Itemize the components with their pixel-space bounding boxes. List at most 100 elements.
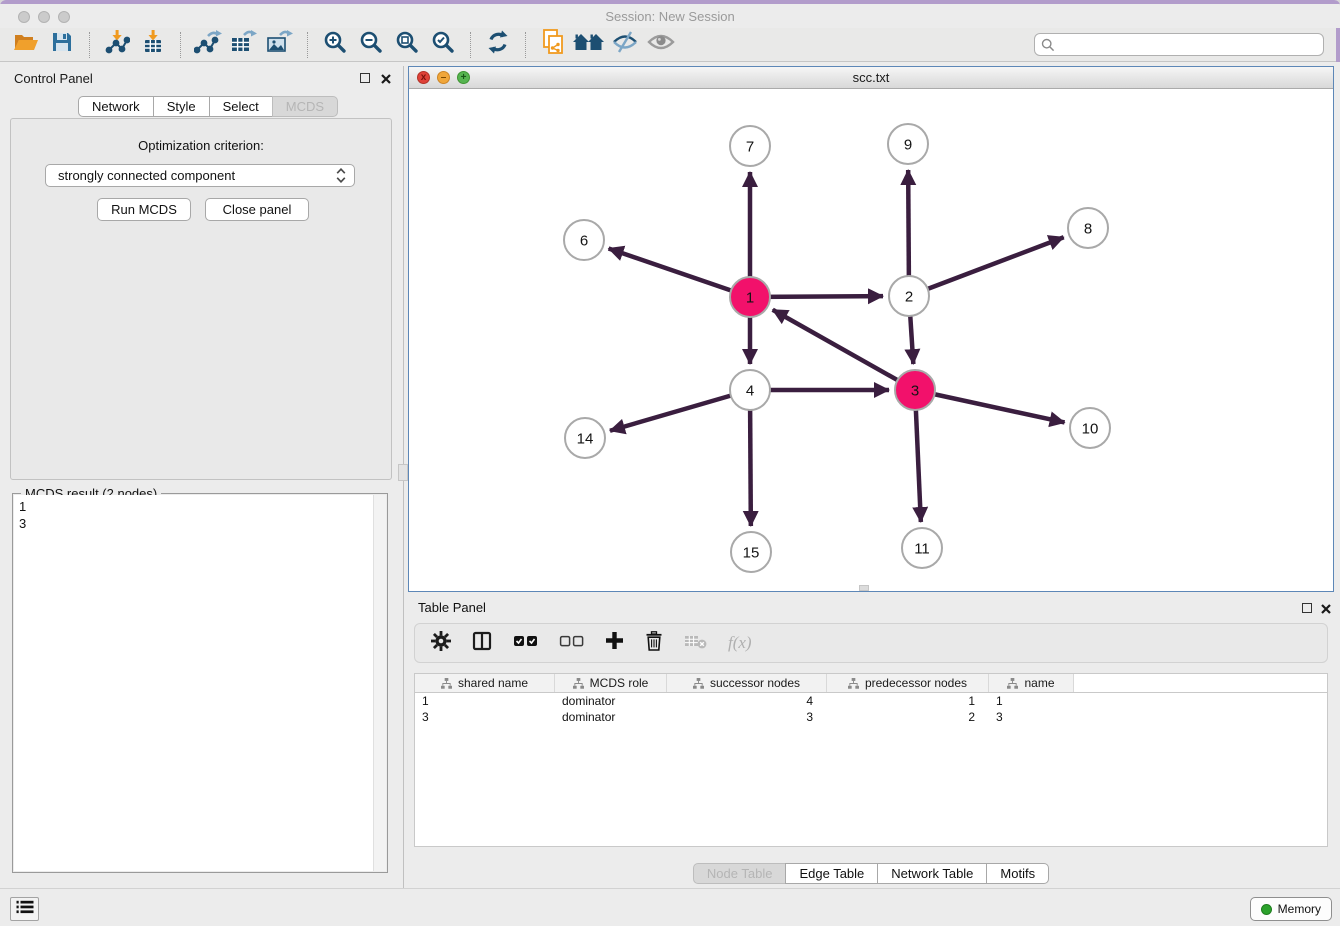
tab-node-table[interactable]: Node Table [693,863,787,884]
toolbar-separator [525,32,526,58]
clone-network-button[interactable] [535,30,571,60]
toolbar-separator [180,32,181,58]
criterion-select[interactable]: strongly connected component [45,164,355,187]
close-panel-icon[interactable] [380,72,392,84]
open-session-button[interactable] [8,30,44,60]
deselect-all-button[interactable] [559,634,584,653]
tab-network-table[interactable]: Network Table [877,863,987,884]
export-network-icon [194,30,222,59]
node-table: shared nameMCDS rolesuccessor nodesprede… [414,673,1328,847]
homes-icon [573,31,605,58]
network-window-titlebar[interactable]: x – + scc.txt [409,67,1333,89]
gear-icon [431,631,451,656]
add-column-button[interactable] [605,631,624,655]
vertical-splitter-handle[interactable] [398,464,408,481]
tab-network[interactable]: Network [78,96,154,117]
graph-edge-3-10[interactable] [915,390,1065,422]
eye-icon [647,32,675,57]
tab-motifs[interactable]: Motifs [986,863,1049,884]
column-header-MCDS-role[interactable]: MCDS role [555,674,667,692]
graph-node-9[interactable]: 9 [888,124,928,164]
graph-node-8[interactable]: 8 [1068,208,1108,248]
graph-node-10[interactable]: 10 [1070,408,1110,448]
hide-graphics-button[interactable] [607,30,643,60]
table-cell: 1 [827,693,989,709]
show-columns-button[interactable] [472,631,492,656]
delete-table-button[interactable] [684,633,707,654]
network-canvas[interactable]: 7 9 6 8 1 2 4 3 14 10 15 11 [409,89,1333,591]
table-tabs: Node TableEdge TableNetwork TableMotifs [408,863,1334,884]
graph-node-4[interactable]: 4 [730,370,770,410]
horizontal-splitter-handle[interactable] [859,585,869,591]
graph-edge-1-6[interactable] [609,248,750,297]
zoom-in-button[interactable] [317,30,353,60]
graph-node-1[interactable]: 1 [730,277,770,317]
graph-edge-2-8[interactable] [909,237,1064,296]
network-overview-button[interactable] [571,30,607,60]
table-settings-button[interactable] [431,631,451,656]
mcds-result-list[interactable]: 13 [14,495,373,871]
import-table-button[interactable] [135,30,171,60]
search-box[interactable] [1034,33,1324,56]
zoom-out-button[interactable] [353,30,389,60]
column-header-name[interactable]: name [989,674,1074,692]
table-row[interactable]: 3dominator323 [415,709,1327,725]
graph-node-15[interactable]: 15 [731,532,771,572]
table-row[interactable]: 1dominator411 [415,693,1327,709]
search-input[interactable] [1055,38,1317,52]
open-folder-icon [13,31,39,58]
tab-mcds[interactable]: MCDS [272,96,338,117]
table-panel: Table Panel [408,597,1334,888]
toolbar-separator [470,32,471,58]
run-mcds-button[interactable]: Run MCDS [97,198,191,221]
svg-text:6: 6 [580,232,588,249]
export-table-button[interactable] [226,30,262,60]
export-network-button[interactable] [190,30,226,60]
graph-node-2[interactable]: 2 [889,276,929,316]
zoom-fit-button[interactable] [389,30,425,60]
table-cell: 2 [827,709,989,725]
import-network-button[interactable] [99,30,135,60]
show-graphics-button[interactable] [643,30,679,60]
save-session-button[interactable] [44,30,80,60]
close-table-panel-icon[interactable] [1320,602,1332,614]
select-all-button[interactable] [513,634,538,653]
network-graph[interactable]: 7 9 6 8 1 2 4 3 14 10 15 11 [409,89,1333,591]
graph-node-11[interactable]: 11 [902,528,942,568]
function-builder-button[interactable]: f(x) [728,633,752,653]
hierarchy-icon [848,678,859,689]
close-panel-button[interactable]: Close panel [205,198,309,221]
graph-edge-4-14[interactable] [610,390,750,431]
column-header-successor-nodes[interactable]: successor nodes [667,674,827,692]
table-panel-title: Table Panel [418,600,486,615]
column-header-predecessor-nodes[interactable]: predecessor nodes [827,674,989,692]
result-scrollbar[interactable] [373,495,386,871]
table-toolbar: f(x) [414,623,1328,663]
plus-icon [605,631,624,655]
export-image-button[interactable] [262,30,298,60]
tab-select[interactable]: Select [209,96,273,117]
network-window-title: scc.txt [409,70,1333,85]
refresh-button[interactable] [480,30,516,60]
hierarchy-icon [1007,678,1018,689]
svg-text:4: 4 [746,382,754,399]
table-body: 1dominator4113dominator323 [415,693,1327,725]
column-header-shared-name[interactable]: shared name [415,674,555,692]
control-panel: Control Panel NetworkStyleSelectMCDS Opt… [8,66,400,888]
result-line: 1 [19,498,368,515]
memory-button[interactable]: Memory [1250,897,1332,921]
tab-edge-table[interactable]: Edge Table [785,863,878,884]
graph-node-6[interactable]: 6 [564,220,604,260]
svg-text:14: 14 [577,430,594,447]
graph-node-3[interactable]: 3 [895,370,935,410]
float-panel-icon[interactable] [360,73,370,83]
float-table-panel-icon[interactable] [1302,603,1312,613]
zoom-selected-button[interactable] [425,30,461,60]
graph-node-7[interactable]: 7 [730,126,770,166]
tab-style[interactable]: Style [153,96,210,117]
delete-column-button[interactable] [645,631,663,656]
table-cell: dominator [555,709,667,725]
graph-node-14[interactable]: 14 [565,418,605,458]
show-panels-button[interactable] [10,897,39,921]
graph-edge-3-1[interactable] [773,310,915,390]
